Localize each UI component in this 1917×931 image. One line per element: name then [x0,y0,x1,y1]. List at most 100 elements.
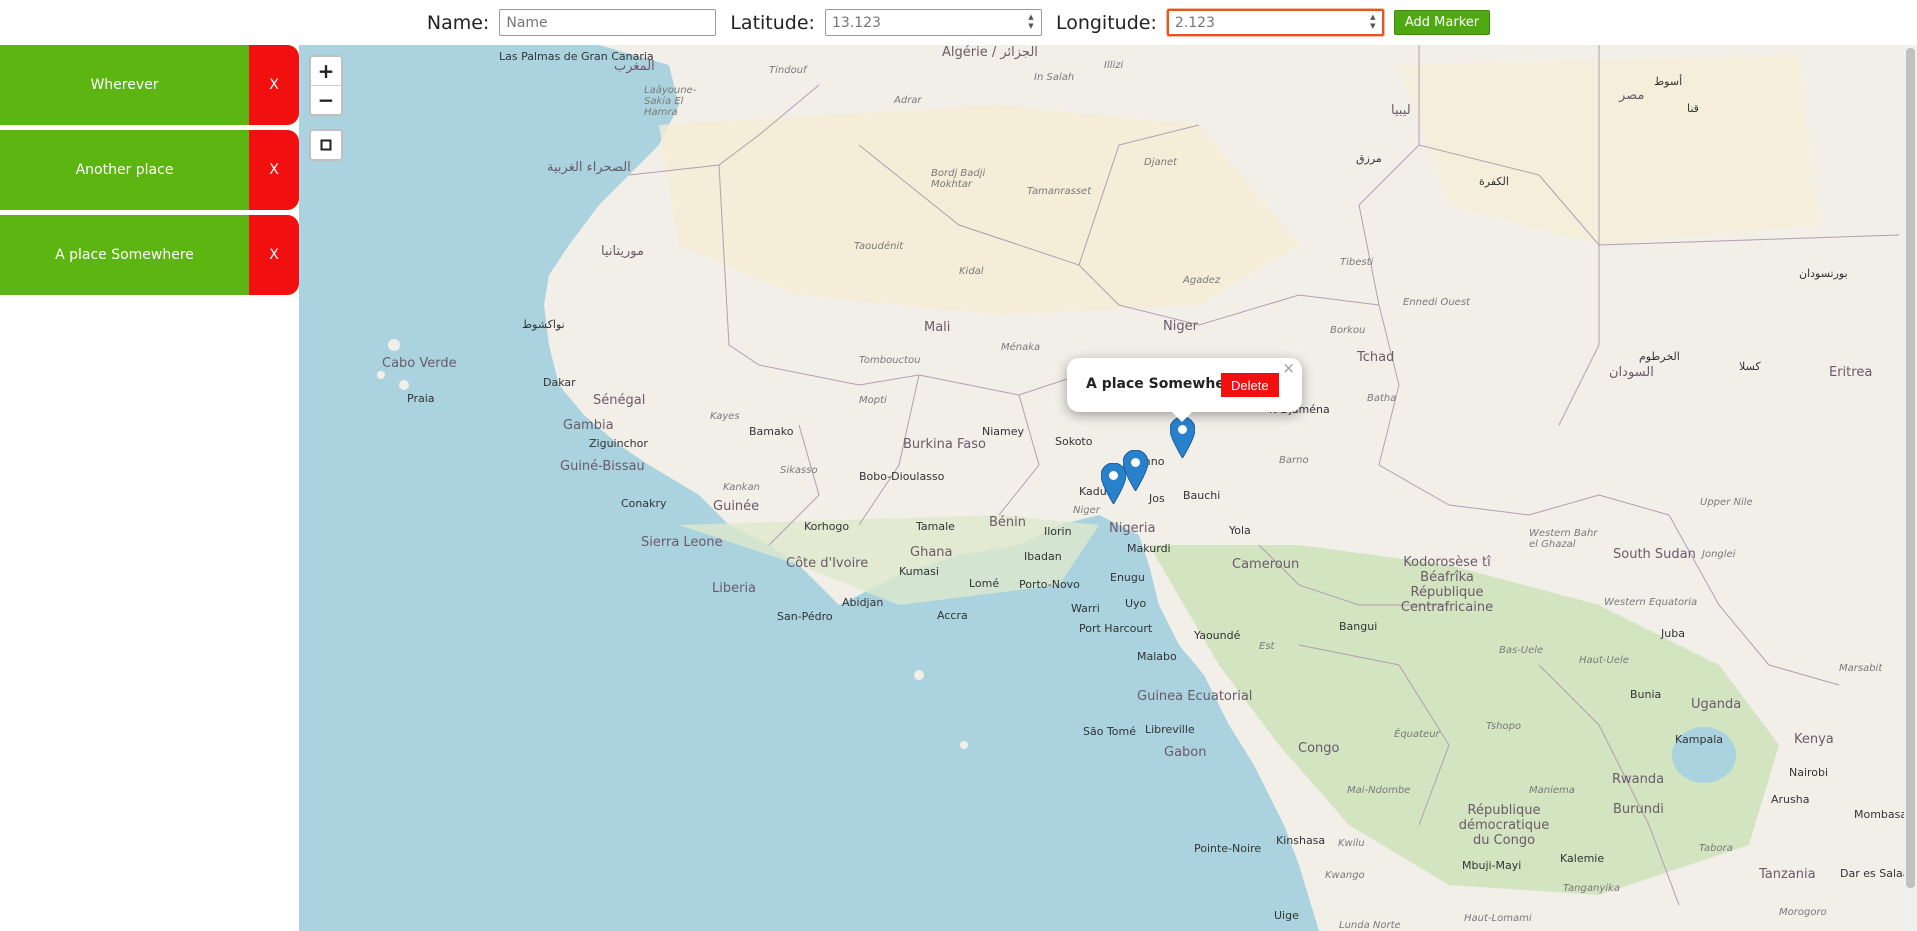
map-label: Bangui [1339,620,1378,633]
vertical-scrollbar[interactable] [1904,45,1917,931]
add-marker-button[interactable]: Add Marker [1393,10,1491,35]
map-label: Kampala [1675,733,1723,746]
map-label: السودان [1609,365,1654,380]
map-label: Gambia [563,418,614,433]
map-label: الكفرة [1479,175,1509,188]
zoom-out-button[interactable]: − [311,85,341,114]
longitude-stepper[interactable]: ▲ ▼ [1368,14,1378,30]
map-label: Sokoto [1055,435,1093,448]
list-item[interactable]: Another place X [0,130,299,210]
map-label: Praia [407,392,435,405]
map-label: Bordj Badji Mokhtar [931,168,986,190]
island [388,339,400,351]
scrollbar-thumb[interactable] [1906,48,1915,888]
map-label: Abidjan [842,596,884,609]
latitude-stepper[interactable]: ▲ ▼ [1026,14,1036,30]
map-label: Eritrea [1829,365,1873,380]
map-label: République démocratique du Congo [1458,803,1550,848]
map-label: Tanganyika [1563,883,1620,894]
map-label: ليبيا [1391,103,1411,118]
list-item[interactable]: A place Somewhere X [0,215,299,295]
map-label: Marsabit [1839,663,1883,674]
delete-place-button[interactable]: X [249,130,299,210]
map-view[interactable]: Cabo Verde Praia Dakar Sénégal Gambia Zi… [299,45,1904,931]
map-label: Kinshasa [1276,834,1326,847]
name-input[interactable] [499,9,717,36]
place-name[interactable]: Wherever [0,45,249,125]
map-label: Niamey [982,425,1025,438]
delete-place-button[interactable]: X [249,215,299,295]
map-label: Haut-Lomami [1464,913,1532,924]
map-label: Mombasa [1854,808,1904,821]
island [399,380,409,390]
map-label: مرزق [1356,152,1382,165]
longitude-input[interactable] [1166,9,1384,36]
map-label: Ziguinchor [589,437,648,450]
map-label: مصر [1619,88,1645,103]
map-label: Nigeria [1109,521,1156,536]
popup-delete-button[interactable]: Delete [1221,373,1279,397]
map-label: Niger [1163,319,1198,334]
map-label: Upper Nile [1700,497,1753,508]
map-label: Tombouctou [859,355,921,366]
marker-popup: A place Somewhere Delete × [1067,358,1302,422]
map-label: قنا [1687,102,1699,115]
marker-form: Name: Latitude: ▲▼ Longitude: ▲▼ Add Mar… [0,0,1917,45]
place-name[interactable]: A place Somewhere [0,215,249,295]
map-label: Tanzania [1759,867,1816,882]
map-label: Algérie / الجزائر [942,45,1038,60]
map-label: Korhogo [804,520,850,533]
place-name[interactable]: Another place [0,130,249,210]
name-label: Name: [426,11,490,34]
map-label: Tibesti [1340,257,1374,268]
map-label: South Sudan [1613,547,1696,562]
map-marker[interactable] [1123,450,1148,491]
map-label: كسلا [1739,360,1761,373]
close-icon[interactable]: × [1282,359,1295,377]
map-label: Mai-Ndombe [1347,785,1411,796]
map-label: Enugu [1110,571,1145,584]
map-label: Haut-Uele [1579,655,1629,666]
map-label: Borkou [1330,325,1366,336]
map-label: Sikasso [780,465,818,476]
map-label: Uganda [1691,697,1742,712]
map-label: Tabora [1699,843,1733,854]
map-label: Équateur [1394,729,1440,740]
map-label: Kenya [1794,732,1834,747]
map-label: Dar es Salaam [1840,867,1904,880]
map-label: Morogoro [1779,907,1827,918]
delete-place-button[interactable]: X [249,45,299,125]
map-label: Tamanrasset [1027,186,1092,197]
latitude-input[interactable] [824,9,1042,36]
map-label: Cameroun [1232,557,1300,572]
map-marker[interactable] [1101,463,1126,504]
island [377,371,385,379]
map-label: Maniema [1529,785,1575,796]
map-label: Bauchi [1183,489,1221,502]
island [960,741,968,749]
map-label: In Salah [1034,72,1075,83]
map-label: Arusha [1771,793,1810,806]
map-marker[interactable] [1170,417,1195,458]
map-label: موريتانيا [601,244,644,259]
map-label: أسوط [1654,75,1683,88]
map-label: Libreville [1145,723,1195,736]
popup-title: A place Somewhere [1086,376,1242,392]
fullscreen-control [309,129,343,161]
fullscreen-button[interactable] [311,131,341,159]
spin-down-icon[interactable]: ▼ [1370,23,1375,30]
zoom-in-button[interactable]: + [311,57,341,85]
map-label: Tindouf [769,65,807,76]
list-item[interactable]: Wherever X [0,45,299,125]
map-label: Kwango [1325,870,1365,881]
map-label: Côte d'Ivoire [786,556,869,571]
spin-up-icon[interactable]: ▲ [1028,14,1033,21]
map-label: Djanet [1144,157,1178,168]
map-label: Bamako [749,425,794,438]
map-label: Bénin [989,515,1027,530]
spin-up-icon[interactable]: ▲ [1370,14,1375,21]
map-label: Jonglei [1702,549,1736,560]
map-label: Pointe-Noire [1194,842,1262,855]
spin-down-icon[interactable]: ▼ [1028,23,1033,30]
map-label: Juba [1661,627,1685,640]
